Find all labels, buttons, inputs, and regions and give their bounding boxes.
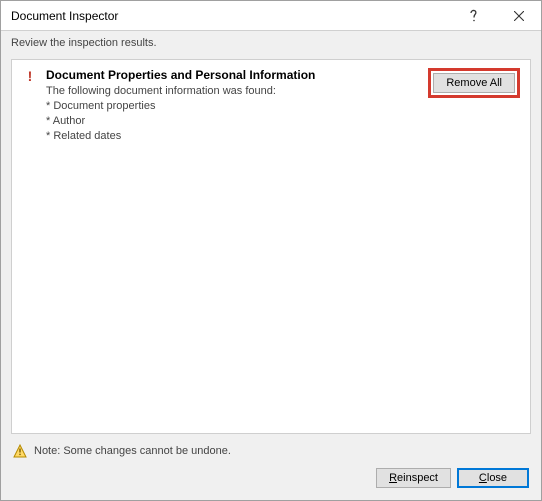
result-row: ! Document Properties and Personal Infor… [22, 68, 520, 143]
dialog-title: Document Inspector [11, 9, 451, 23]
document-inspector-dialog: Document Inspector Review the inspection… [0, 0, 542, 501]
footer-note-text: Note: Some changes cannot be undone. [34, 445, 231, 457]
close-button[interactable]: Close [457, 468, 529, 488]
remove-all-highlight: Remove All [428, 68, 520, 98]
result-intro: The following document information was f… [46, 84, 412, 99]
titlebar: Document Inspector [1, 1, 541, 31]
result-body: Document Properties and Personal Informa… [46, 68, 412, 143]
result-heading: Document Properties and Personal Informa… [46, 68, 412, 82]
result-item: * Author [46, 114, 412, 129]
help-button[interactable] [451, 1, 496, 31]
warning-icon [13, 444, 27, 458]
alert-icon: ! [22, 68, 38, 84]
result-item: * Related dates [46, 129, 412, 144]
subheader-text: Review the inspection results. [1, 31, 541, 59]
results-panel: ! Document Properties and Personal Infor… [11, 59, 531, 434]
reinspect-button[interactable]: Reinspect [376, 468, 451, 488]
close-icon[interactable] [496, 1, 541, 31]
remove-all-button[interactable]: Remove All [433, 73, 515, 93]
result-item: * Document properties [46, 99, 412, 114]
footer-note: Note: Some changes cannot be undone. [1, 434, 541, 464]
result-detail: The following document information was f… [46, 84, 412, 143]
footer-buttons: Reinspect Close [1, 464, 541, 500]
